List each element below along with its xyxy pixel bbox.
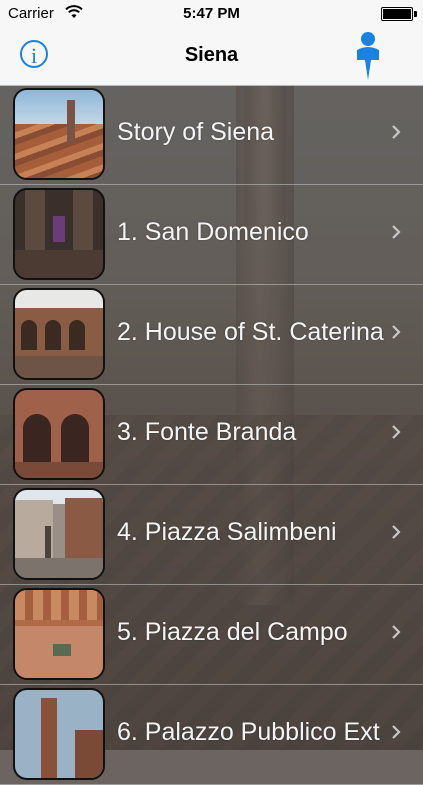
chevron-right-icon	[392, 625, 401, 639]
chevron-right-icon	[392, 525, 401, 539]
status-time: 5:47 PM	[183, 5, 240, 22]
status-bar: Carrier 5:47 PM	[0, 0, 423, 28]
chevron-right-icon	[392, 425, 401, 439]
thumbnail-image	[13, 288, 105, 380]
thumbnail-image	[13, 488, 105, 580]
navigation-bar: i Siena	[0, 28, 423, 86]
thumbnail-image	[13, 188, 105, 280]
list-item[interactable]: 5. Piazza del Campo	[0, 585, 423, 685]
list-item-label: 5. Piazza del Campo	[117, 618, 348, 646]
list-item-label: 3. Fonte Branda	[117, 418, 297, 446]
list-item-label: Story of Siena	[117, 118, 275, 146]
list-item-label: 2. House of St. Caterina	[117, 318, 384, 346]
thumbnail-image	[13, 588, 105, 680]
list-item[interactable]: Story of Siena	[0, 85, 423, 185]
list-item-label: 1. San Domenico	[117, 218, 309, 246]
sights-list: Story of Siena 1. San Domenico 2. House …	[0, 85, 423, 785]
map-pin-icon[interactable]	[352, 30, 384, 82]
thumbnail-image	[13, 88, 105, 180]
list-item[interactable]: 1. San Domenico	[0, 185, 423, 285]
list-item-label: 6. Palazzo Pubblico Ext	[117, 718, 380, 746]
chevron-right-icon	[392, 325, 401, 339]
list-item[interactable]: 3. Fonte Branda	[0, 385, 423, 485]
battery-icon	[381, 7, 417, 21]
list-item[interactable]: 4. Piazza Salimbeni	[0, 485, 423, 585]
chevron-right-icon	[392, 125, 401, 139]
thumbnail-image	[13, 388, 105, 480]
list-item[interactable]: 2. House of St. Caterina	[0, 285, 423, 385]
list-item[interactable]: 6. Palazzo Pubblico Ext	[0, 685, 423, 785]
chevron-right-icon	[392, 225, 401, 239]
chevron-right-icon	[392, 725, 401, 739]
list-item-label: 4. Piazza Salimbeni	[117, 518, 337, 546]
thumbnail-image	[13, 688, 105, 780]
